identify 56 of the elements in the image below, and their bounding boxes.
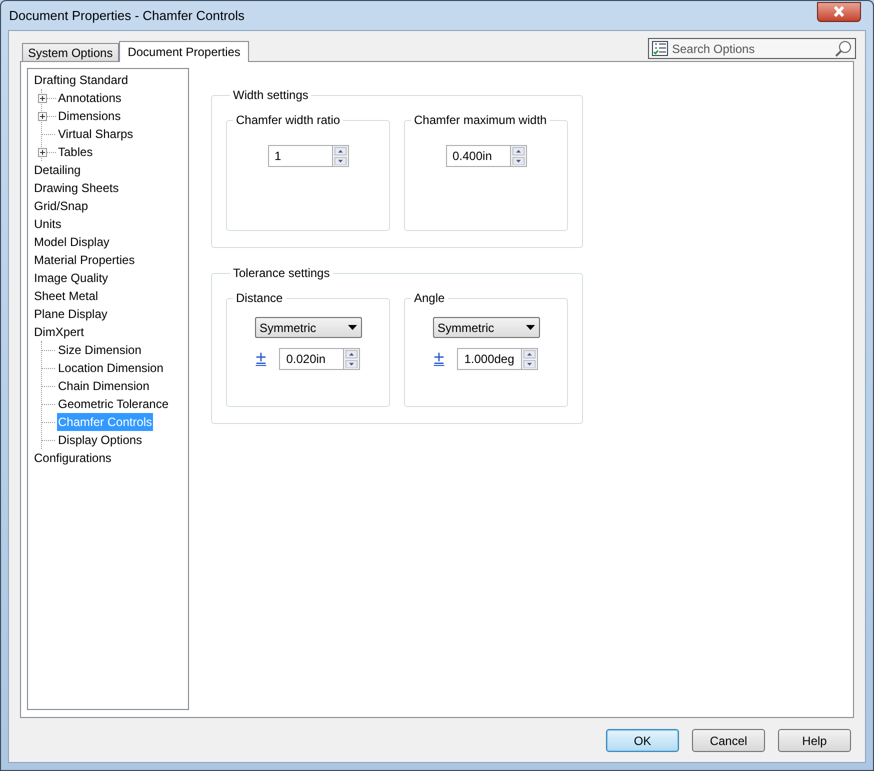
close-icon xyxy=(833,6,845,17)
window-title: Document Properties - Chamfer Controls xyxy=(9,6,245,25)
dialog-button[interactable]: Cancel xyxy=(692,729,765,752)
tab[interactable]: Document Properties xyxy=(118,41,250,62)
tree-item[interactable]: Drawing Sheets xyxy=(33,179,120,197)
plus-minus-symbol: ± xyxy=(434,349,444,369)
search-field[interactable]: Search Options xyxy=(648,38,856,59)
tree-item[interactable]: Units xyxy=(33,215,62,233)
plus-minus-symbol: ± xyxy=(256,349,266,369)
tree-item[interactable]: Material Properties xyxy=(33,251,136,269)
number-field[interactable]: 1 xyxy=(268,145,332,167)
number-field[interactable]: 1.000deg xyxy=(457,348,522,370)
tree-item[interactable]: Size Dimension xyxy=(57,341,142,359)
tree-item[interactable]: Sheet Metal xyxy=(33,287,100,305)
group-title: Width settings xyxy=(232,87,310,104)
tree-item[interactable]: Display Options xyxy=(57,431,144,449)
expand-icon[interactable] xyxy=(38,148,57,156)
dropdown[interactable]: Symmetric xyxy=(254,317,362,338)
caret-icon xyxy=(526,325,534,330)
group-title: Chamfer maximum width xyxy=(413,112,548,129)
tree-item[interactable]: Geometric Tolerance xyxy=(57,395,170,413)
dialog-button[interactable]: Help xyxy=(778,729,851,752)
tree-item[interactable]: Tables xyxy=(57,143,94,161)
tree-item[interactable]: Configurations xyxy=(33,449,112,467)
tree-item[interactable]: Grid/Snap xyxy=(33,197,90,215)
tab[interactable]: System Options xyxy=(22,43,119,61)
group-title: Tolerance settings xyxy=(232,265,331,282)
caret-icon xyxy=(348,325,356,330)
number-field[interactable]: 0.400in xyxy=(446,145,510,167)
spin-buttons[interactable] xyxy=(332,145,348,167)
expand-icon[interactable] xyxy=(38,94,57,102)
list-icon xyxy=(652,41,668,56)
tree-item[interactable]: Location Dimension xyxy=(57,359,164,377)
tree-item[interactable]: Virtual Sharps xyxy=(57,125,134,143)
spin-buttons[interactable] xyxy=(521,348,538,370)
close-button[interactable] xyxy=(817,2,861,22)
search-icon xyxy=(834,40,852,58)
tree-item[interactable]: Model Display xyxy=(33,233,110,251)
tree-item[interactable]: Dimensions xyxy=(57,107,122,125)
tree-item[interactable]: Drafting Standard xyxy=(33,71,130,89)
group-title: Chamfer width ratio xyxy=(235,112,342,129)
tree-item[interactable]: Plane Display xyxy=(33,305,108,323)
group-title: Distance xyxy=(235,290,284,307)
number-field[interactable]: 0.020in xyxy=(279,348,344,370)
spin-buttons[interactable] xyxy=(510,145,526,167)
spin-buttons[interactable] xyxy=(343,348,360,370)
tree-item[interactable]: Detailing xyxy=(33,161,82,179)
group-title: Angle xyxy=(413,290,446,307)
tree-item[interactable]: Chain Dimension xyxy=(57,377,150,395)
expand-icon[interactable] xyxy=(38,112,57,120)
dropdown[interactable]: Symmetric xyxy=(432,317,540,338)
tree-item[interactable]: Annotations xyxy=(57,89,122,107)
tree-item[interactable]: DimXpert xyxy=(33,323,86,341)
dialog-button[interactable]: OK xyxy=(606,729,679,752)
search-input: Search Options xyxy=(672,40,830,58)
tree-item[interactable]: Image Quality xyxy=(33,269,110,287)
